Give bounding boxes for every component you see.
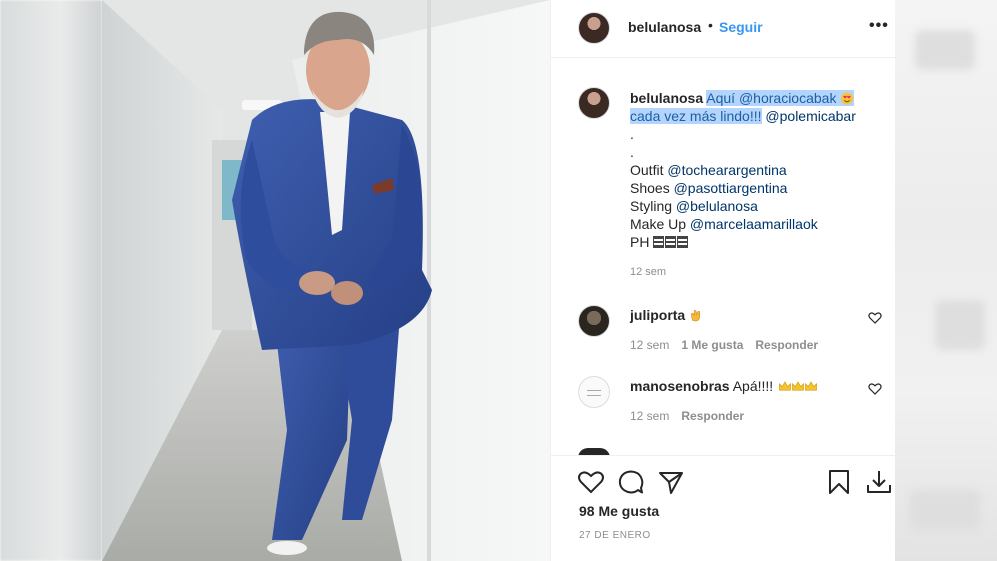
post-caption: belulanosa Aquí @horaciocabak cada vez m… <box>630 89 880 251</box>
commenter-avatar[interactable] <box>578 448 610 455</box>
caption-dot-2: . <box>630 144 634 160</box>
reply-button[interactable]: Responder <box>755 338 818 352</box>
outfit-label: Outfit <box>630 162 664 178</box>
post-header: belulanosa • Seguir ••• <box>551 0 896 58</box>
comment-likes[interactable]: 1 Me gusta <box>681 338 743 352</box>
caption-highlight-1[interactable]: Aquí @horaciocabak <box>706 90 837 106</box>
commenter-avatar[interactable] <box>578 305 610 337</box>
comment-text: Apá!!!! <box>732 378 774 394</box>
likes-count[interactable]: 98 Me gusta <box>579 503 659 519</box>
reply-button[interactable]: Responder <box>681 409 744 423</box>
styling-label: Styling <box>630 198 673 214</box>
mention-shoes[interactable]: @pasottiargentina <box>674 180 788 196</box>
caption-highlight-2: cada vez más lindo!!! <box>630 108 762 124</box>
post-panel: belulanosa • Seguir ••• belulanosa Aquí … <box>550 0 896 561</box>
caption-avatar[interactable] <box>578 87 610 119</box>
makeup-label: Make Up <box>630 216 687 232</box>
post-photo[interactable] <box>102 0 550 561</box>
comment-like-heart-icon[interactable] <box>868 382 882 396</box>
ph-label: PH <box>630 234 650 250</box>
follow-button[interactable]: Seguir <box>719 19 763 35</box>
shoes-label: Shoes <box>630 180 670 196</box>
comment-like-heart-icon[interactable] <box>868 311 882 325</box>
comment-time[interactable]: 12 sem <box>630 409 669 423</box>
mention-polemicabar[interactable]: @polemicabar <box>765 108 855 124</box>
download-icon[interactable] <box>865 468 893 496</box>
comment-item: juliporta 12 sem 1 Me gusta Responder <box>551 305 896 365</box>
post-actions: 98 Me gusta 27 DE ENERO <box>551 455 896 561</box>
caption-timestamp[interactable]: 12 sem <box>630 266 666 278</box>
camera-symbol-icon <box>665 236 677 248</box>
post-date: 27 DE ENERO <box>579 530 651 541</box>
caption-dot-1: . <box>630 126 634 142</box>
heart-eyes-emoji-icon <box>841 92 854 105</box>
comments-section[interactable]: belulanosa Aquí @horaciocabak cada vez m… <box>551 59 896 455</box>
caption-username[interactable]: belulanosa <box>630 90 703 106</box>
more-options-icon[interactable]: ••• <box>869 17 889 35</box>
comment-username[interactable]: juliporta <box>630 307 685 323</box>
bookmark-icon[interactable] <box>825 468 853 496</box>
author-username[interactable]: belulanosa <box>628 19 701 35</box>
clap-icon <box>691 310 701 322</box>
comment-item: manosenobras Apá!!!! 12 sem Responder <box>551 376 896 436</box>
commenter-avatar[interactable] <box>578 376 610 408</box>
share-icon[interactable] <box>657 468 685 496</box>
blurred-background-right <box>895 0 997 561</box>
blurred-background-left <box>0 0 102 561</box>
comment-username[interactable]: manosenobras <box>630 378 730 394</box>
comment-icon[interactable] <box>617 468 645 496</box>
mention-makeup[interactable]: @marcelaamarillaok <box>690 216 818 232</box>
separator-dot: • <box>708 17 713 33</box>
comment-time[interactable]: 12 sem <box>630 338 669 352</box>
mention-outfit[interactable]: @tochearargentina <box>667 162 786 178</box>
author-avatar[interactable] <box>578 12 610 44</box>
mention-styling[interactable]: @belulanosa <box>676 198 758 214</box>
heart-icon[interactable] <box>577 468 605 496</box>
camera-symbol-icon <box>653 236 665 248</box>
crown-icon <box>779 381 817 391</box>
camera-symbol-icon <box>677 236 689 248</box>
